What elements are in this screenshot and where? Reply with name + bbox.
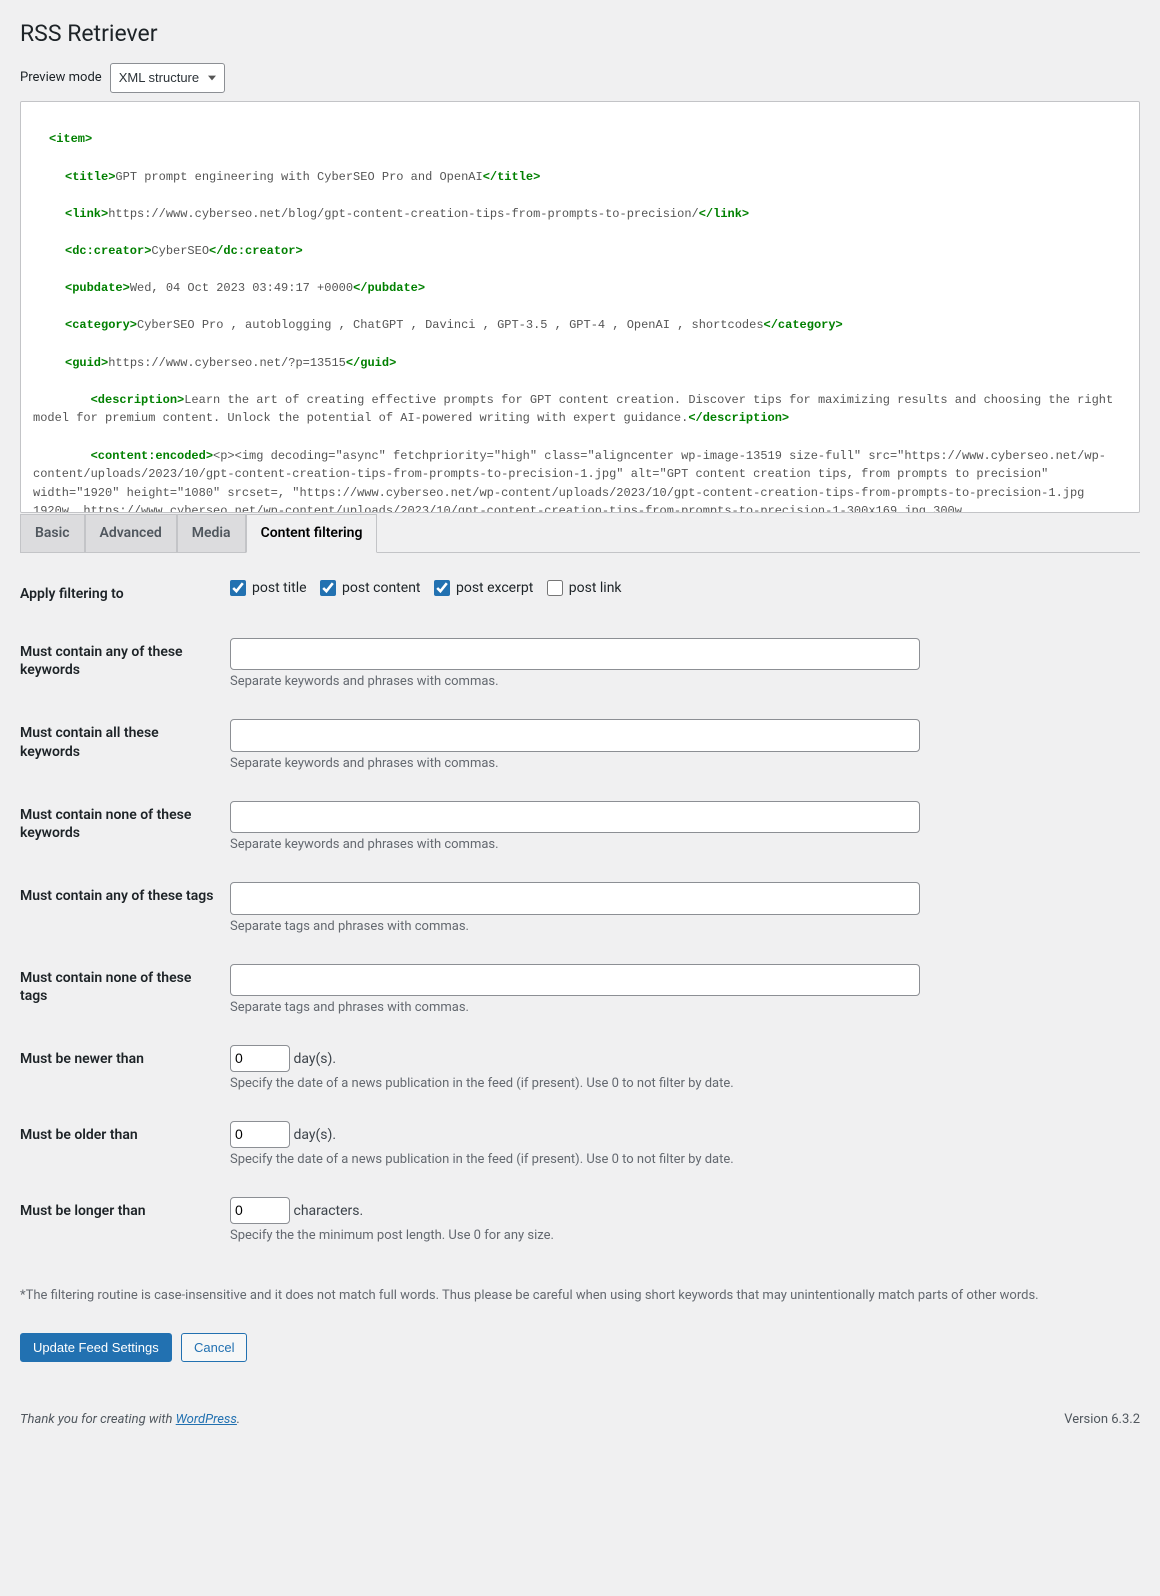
tab-advanced[interactable]: Advanced bbox=[85, 514, 177, 552]
xml-tag: </dc:creator> bbox=[209, 244, 303, 258]
tab-content-filtering[interactable]: Content filtering bbox=[246, 514, 378, 553]
newer-than-input[interactable] bbox=[230, 1045, 290, 1072]
xml-text: https://www.cyberseo.net/?p=13515 bbox=[108, 356, 346, 370]
filtering-note: *The filtering routine is case-insensiti… bbox=[20, 1288, 1140, 1303]
xml-text: GPT prompt engineering with CyberSEO Pro… bbox=[115, 170, 482, 184]
xml-tag: <description> bbox=[91, 393, 185, 407]
xml-tag: <pubdate> bbox=[65, 281, 130, 295]
xml-tag: <link> bbox=[65, 207, 108, 221]
xml-tag: <category> bbox=[65, 318, 137, 332]
xml-tag: </guid> bbox=[346, 356, 396, 370]
update-feed-settings-button[interactable]: Update Feed Settings bbox=[20, 1333, 172, 1362]
all-keywords-label: Must contain all these keywords bbox=[20, 704, 230, 785]
apply-filtering-post-content-text: post content bbox=[342, 580, 420, 596]
preview-mode-select[interactable]: XML structure bbox=[110, 63, 225, 93]
apply-filtering-post-title-text: post title bbox=[252, 580, 307, 596]
footer-version: Version 6.3.2 bbox=[1064, 1412, 1140, 1427]
longer-than-label: Must be longer than bbox=[20, 1182, 230, 1258]
cancel-button[interactable]: Cancel bbox=[181, 1333, 247, 1362]
all-keywords-hint: Separate keywords and phrases with comma… bbox=[230, 756, 1130, 771]
all-keywords-input[interactable] bbox=[230, 719, 920, 751]
newer-than-label: Must be newer than bbox=[20, 1030, 230, 1106]
any-tags-input[interactable] bbox=[230, 882, 920, 914]
preview-mode-label: Preview mode bbox=[20, 70, 102, 85]
any-keywords-input[interactable] bbox=[230, 638, 920, 670]
xml-text: CyberSEO Pro , autoblogging , ChatGPT , … bbox=[137, 318, 764, 332]
apply-filtering-post-link[interactable]: post link bbox=[547, 580, 622, 596]
xml-text: https://www.cyberseo.net/blog/gpt-conten… bbox=[108, 207, 699, 221]
xml-text: CyberSEO bbox=[151, 244, 209, 258]
xml-preview[interactable]: <item> <title>GPT prompt engineering wit… bbox=[20, 101, 1140, 513]
longer-than-input[interactable] bbox=[230, 1197, 290, 1224]
tab-bar: BasicAdvancedMediaContent filtering bbox=[20, 513, 1140, 553]
apply-filtering-post-excerpt[interactable]: post excerpt bbox=[434, 580, 533, 596]
xml-tag: <item> bbox=[49, 132, 92, 146]
apply-filtering-label: Apply filtering to bbox=[20, 565, 230, 623]
xml-tag: <dc:creator> bbox=[65, 244, 151, 258]
older-than-input[interactable] bbox=[230, 1121, 290, 1148]
older-than-hint: Specify the date of a news publication i… bbox=[230, 1152, 1130, 1167]
apply-filtering-post-title-checkbox[interactable] bbox=[230, 580, 246, 596]
xml-text: Wed, 04 Oct 2023 03:49:17 +0000 bbox=[130, 281, 353, 295]
apply-filtering-post-content-checkbox[interactable] bbox=[320, 580, 336, 596]
none-tags-label: Must contain none of these tags bbox=[20, 949, 230, 1030]
xml-tag: <content:encoded> bbox=[91, 449, 213, 463]
xml-tag: </pubdate> bbox=[353, 281, 425, 295]
older-than-unit: day(s). bbox=[293, 1127, 336, 1143]
page-title: RSS Retriever bbox=[20, 10, 1140, 53]
none-keywords-hint: Separate keywords and phrases with comma… bbox=[230, 837, 1130, 852]
xml-tag: <title> bbox=[65, 170, 115, 184]
none-keywords-input[interactable] bbox=[230, 801, 920, 833]
xml-tag: </description> bbox=[688, 411, 789, 425]
apply-filtering-post-excerpt-checkbox[interactable] bbox=[434, 580, 450, 596]
footer-thanks: Thank you for creating with WordPress. bbox=[20, 1412, 240, 1427]
newer-than-hint: Specify the date of a news publication i… bbox=[230, 1076, 1130, 1091]
apply-filtering-post-title[interactable]: post title bbox=[230, 580, 307, 596]
longer-than-hint: Specify the the minimum post length. Use… bbox=[230, 1228, 1130, 1243]
newer-than-unit: day(s). bbox=[293, 1051, 336, 1067]
xml-text: Learn the art of creating effective prom… bbox=[33, 393, 1120, 426]
xml-tag: </category> bbox=[764, 318, 843, 332]
footer-wordpress-link[interactable]: WordPress bbox=[176, 1412, 237, 1427]
apply-filtering-post-link-checkbox[interactable] bbox=[547, 580, 563, 596]
any-keywords-label: Must contain any of these keywords bbox=[20, 623, 230, 704]
none-tags-hint: Separate tags and phrases with commas. bbox=[230, 1000, 1130, 1015]
longer-than-unit: characters. bbox=[293, 1203, 363, 1219]
xml-tag: </title> bbox=[483, 170, 541, 184]
any-tags-label: Must contain any of these tags bbox=[20, 867, 230, 948]
tab-basic[interactable]: Basic bbox=[20, 514, 85, 552]
apply-filtering-post-content[interactable]: post content bbox=[320, 580, 420, 596]
xml-tag: </link> bbox=[699, 207, 749, 221]
xml-tag: <guid> bbox=[65, 356, 108, 370]
apply-filtering-post-excerpt-text: post excerpt bbox=[456, 580, 533, 596]
none-keywords-label: Must contain none of these keywords bbox=[20, 786, 230, 867]
any-keywords-hint: Separate keywords and phrases with comma… bbox=[230, 674, 1130, 689]
older-than-label: Must be older than bbox=[20, 1106, 230, 1182]
apply-filtering-post-link-text: post link bbox=[569, 580, 622, 596]
tab-media[interactable]: Media bbox=[177, 514, 246, 552]
footer-thanks-prefix: Thank you for creating with bbox=[20, 1412, 176, 1427]
any-tags-hint: Separate tags and phrases with commas. bbox=[230, 919, 1130, 934]
footer-thanks-suffix: . bbox=[237, 1412, 240, 1427]
none-tags-input[interactable] bbox=[230, 964, 920, 996]
